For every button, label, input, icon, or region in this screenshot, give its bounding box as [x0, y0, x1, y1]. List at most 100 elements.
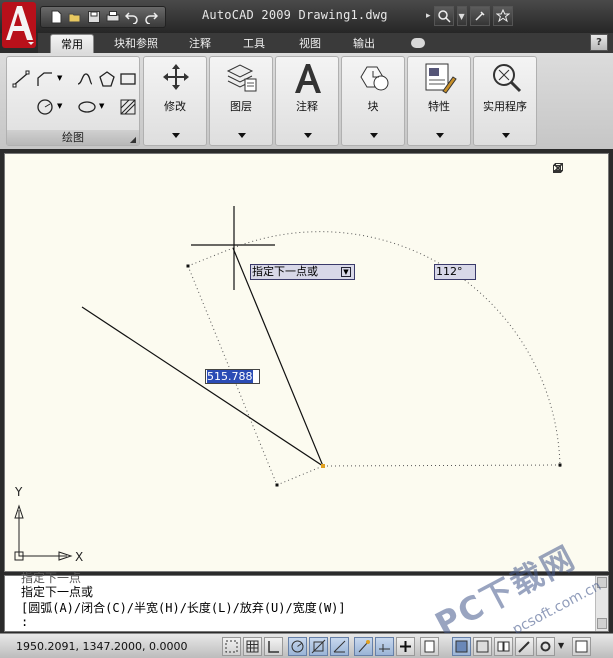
utilities-panel-label: 实用程序: [483, 100, 527, 113]
text-A-icon: [295, 64, 321, 93]
ortho-button[interactable]: [264, 637, 283, 656]
modify-dropdown-icon: [172, 133, 180, 138]
layout-icon: [476, 640, 489, 653]
move-arrows-icon: [163, 64, 189, 90]
help-button[interactable]: ?: [590, 34, 608, 51]
layers-dropdown-icon: [238, 133, 246, 138]
workspace-button[interactable]: [536, 637, 555, 656]
undo-icon[interactable]: [123, 8, 140, 26]
dynamic-prompt-text: 指定下一点或: [252, 265, 318, 278]
dynamic-options-icon[interactable]: ▼: [341, 267, 351, 277]
layout-button[interactable]: [473, 637, 492, 656]
block-panel-button[interactable]: 块: [341, 56, 405, 146]
polar-tracking-button[interactable]: [288, 637, 307, 656]
draw-panel-label[interactable]: 绘图 ◢: [7, 130, 139, 145]
properties-panel-label: 特性: [428, 100, 450, 113]
open-folder-icon[interactable]: [66, 8, 83, 26]
snap-icon: [225, 640, 238, 653]
hatch-tool-icon[interactable]: [118, 97, 138, 117]
tab-tools[interactable]: 工具: [236, 34, 272, 53]
tab-annotate[interactable]: 注释: [182, 34, 218, 53]
object-tracking-button[interactable]: [330, 637, 349, 656]
ellipse-dropdown-icon[interactable]: ▼: [99, 102, 104, 110]
properties-panel-button[interactable]: 特性: [407, 56, 471, 146]
clean-screen-button[interactable]: [572, 637, 591, 656]
polygon-tool-icon[interactable]: [97, 69, 117, 89]
ribbon-minimize-icon[interactable]: [411, 38, 425, 48]
ribbon: ▼ ▼ ▼ 绘图 ◢ 修改 图层 注释 块 特性 实用程序: [0, 53, 613, 149]
utilities-panel-button[interactable]: 实用程序: [473, 56, 537, 146]
polyline-dropdown-icon[interactable]: ▼: [57, 74, 62, 82]
ribbon-tab-row: 常用 块和参照 注释 工具 视图 输出 ?: [38, 33, 613, 53]
object-snap-button[interactable]: [309, 637, 328, 656]
tab-blocks-references[interactable]: 块和参照: [106, 34, 166, 53]
star-icon: [495, 9, 510, 23]
circle-tool-icon[interactable]: [35, 97, 55, 117]
dynamic-length-field[interactable]: 515.788: [205, 369, 260, 384]
annotation-scale-button[interactable]: [515, 637, 534, 656]
tracking-line-bottom: [276, 465, 324, 486]
dynamic-input-prompt[interactable]: 指定下一点或 ▼: [250, 264, 355, 280]
dynamic-angle-field[interactable]: 112°: [434, 264, 476, 280]
grid-button[interactable]: [243, 637, 262, 656]
ucs-axes: [18, 510, 67, 557]
circle-dropdown-icon[interactable]: ▼: [57, 102, 62, 110]
dyn-icon: [379, 644, 390, 652]
otrack-icon: [333, 640, 346, 653]
line-tool-icon[interactable]: [11, 69, 31, 89]
osnap-icon: [311, 639, 326, 654]
annotation-scale-icon: [518, 641, 530, 653]
redo-icon[interactable]: [142, 8, 159, 26]
modify-panel-button[interactable]: 修改: [143, 56, 207, 146]
save-icon[interactable]: [85, 8, 102, 26]
tracking-line-top: [187, 247, 234, 267]
workspace-dropdown-icon[interactable]: ▼: [558, 641, 564, 650]
print-icon[interactable]: [104, 8, 121, 26]
layers-panel-button[interactable]: 图层: [209, 56, 273, 146]
ellipse-tool-icon[interactable]: [77, 97, 97, 117]
annotate-panel-button[interactable]: 注释: [275, 56, 339, 146]
block-dropdown-icon: [370, 133, 378, 138]
title-bar: AutoCAD 2009 Drawing1.dwg ▸ ▼: [0, 0, 613, 33]
snap-marker: [321, 464, 325, 468]
grip-point: [186, 264, 190, 268]
ducs-button[interactable]: [354, 637, 373, 656]
rectangle-tool-icon[interactable]: [118, 69, 138, 89]
grid-icon: [246, 640, 259, 653]
model-icon: [455, 640, 468, 653]
expand-arrow-icon[interactable]: ▸: [426, 11, 431, 21]
gear-icon: [540, 641, 551, 652]
tab-output[interactable]: 输出: [346, 34, 382, 53]
quick-view-layouts-button[interactable]: [494, 637, 513, 656]
search-icon: [437, 10, 451, 23]
subscription-button[interactable]: [469, 6, 490, 26]
key-icon: [475, 11, 485, 21]
spline-tool-icon[interactable]: [75, 69, 95, 89]
search-dropdown[interactable]: ▼: [456, 6, 467, 26]
drawing-geometry: [14, 206, 562, 561]
modify-panel-label: 修改: [164, 100, 186, 113]
scroll-down-icon[interactable]: [597, 618, 607, 629]
window-title: AutoCAD 2009 Drawing1.dwg: [202, 8, 388, 22]
quick-properties-button[interactable]: [420, 637, 439, 656]
lineweight-button[interactable]: [396, 637, 415, 656]
new-file-icon[interactable]: [47, 8, 64, 26]
grip-point: [275, 483, 279, 487]
model-space-button[interactable]: [452, 637, 471, 656]
properties-dropdown-icon: [436, 133, 444, 138]
panel-expand-icon[interactable]: ◢: [130, 132, 136, 147]
drawing-canvas[interactable]: 指定下一点或 ▼ 112° 515.788 Y X: [4, 153, 609, 572]
ducs-icon: [358, 640, 370, 653]
tab-view[interactable]: 视图: [292, 34, 328, 53]
command-input[interactable]: :: [21, 615, 28, 629]
dynamic-input-button[interactable]: [375, 637, 394, 656]
search-button[interactable]: [433, 6, 454, 26]
utilities-dropdown-icon: [502, 133, 510, 138]
qvl-icon: [497, 641, 510, 652]
snap-mode-button[interactable]: [222, 637, 241, 656]
tab-home[interactable]: 常用: [50, 34, 94, 53]
coordinates-readout: 1950.2091, 1347.2000, 0.0000: [16, 640, 188, 653]
polyline-tool-icon[interactable]: [35, 69, 55, 89]
autocad-logo-icon[interactable]: [2, 2, 36, 48]
favorites-button[interactable]: [492, 6, 513, 26]
